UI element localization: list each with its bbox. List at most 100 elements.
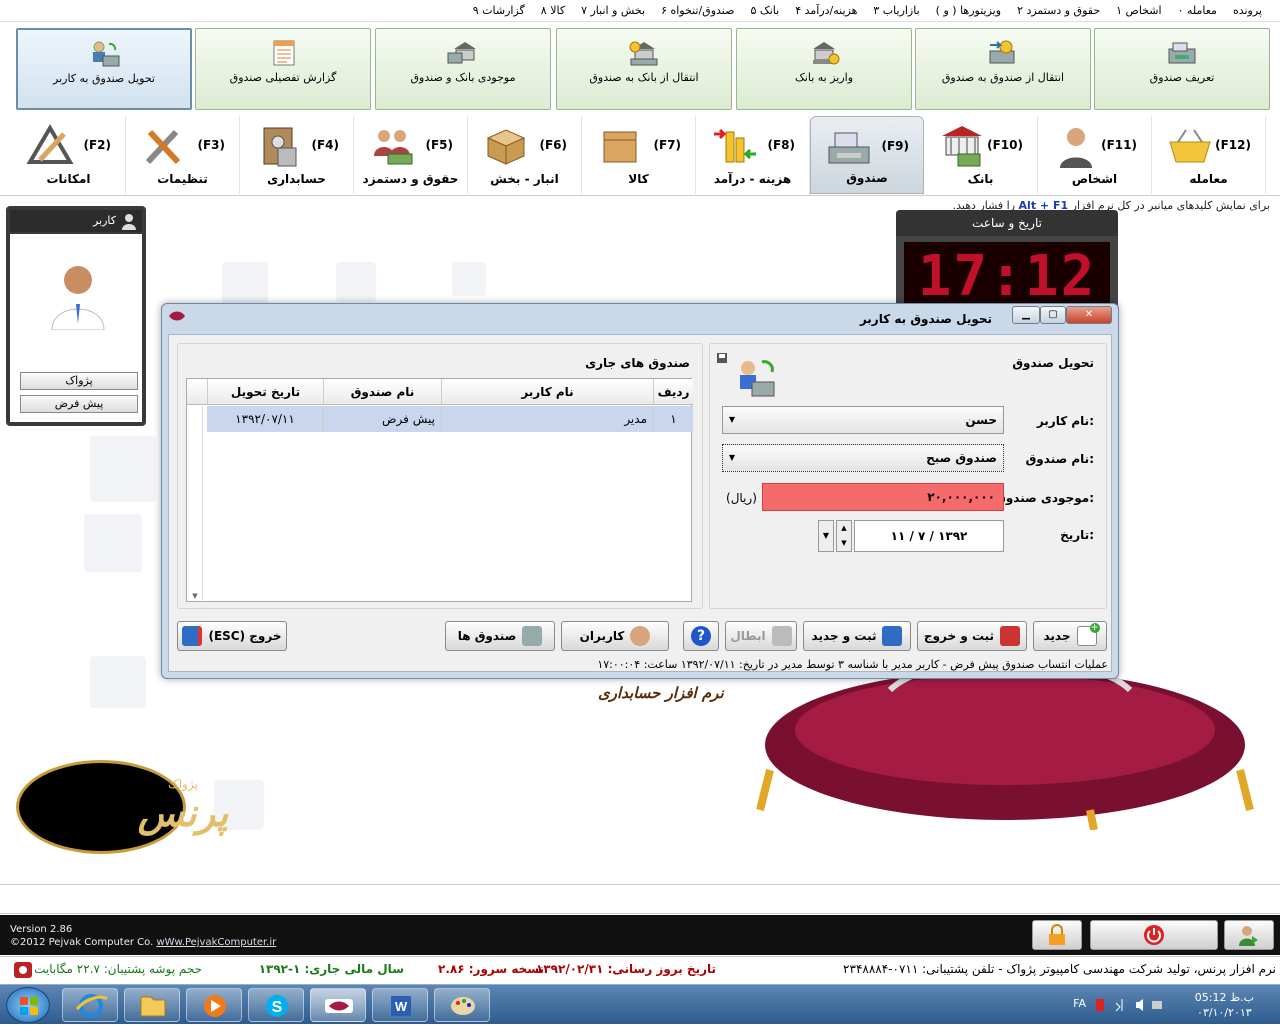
- menu-marketer[interactable]: ۳ بازاریاب: [865, 4, 927, 17]
- menu-visitors[interactable]: ( و ) ویزیتورها: [928, 4, 1009, 17]
- tab-payroll[interactable]: (F5) حقوق و دستمزد: [354, 116, 468, 194]
- tab-accounting[interactable]: (F4) حسابداری: [240, 116, 354, 194]
- version-info: Version 2.86 ©2012 Pejvak Computer Co. w…: [10, 924, 277, 948]
- vertical-scrollbar[interactable]: ▼: [187, 406, 203, 602]
- language-indicator[interactable]: FA: [1073, 997, 1086, 1010]
- help-button[interactable]: ?: [683, 621, 719, 651]
- fund-detail-report-button[interactable]: گزارش تفصیلی صندوق: [195, 28, 371, 110]
- table-header-fund[interactable]: نام صندوق: [323, 379, 441, 405]
- define-fund-button[interactable]: تعریف صندوق: [1094, 28, 1270, 110]
- date-input[interactable]: ۱۱ / ۷ / ۱۳۹۲: [854, 520, 1004, 552]
- date-spinner[interactable]: ▲ ▼: [836, 520, 852, 552]
- taskbar-prince-app[interactable]: [310, 988, 366, 1022]
- taskbar-skype[interactable]: S: [248, 988, 304, 1022]
- tab-trade[interactable]: (F12) معامله: [1152, 116, 1266, 194]
- close-button[interactable]: ✕: [1066, 306, 1112, 324]
- svg-text:W: W: [395, 999, 408, 1014]
- cancel-button[interactable]: ابطال: [725, 621, 797, 651]
- menu-file[interactable]: پرونده: [1225, 4, 1270, 17]
- tab-facilities[interactable]: (F2) امکانات: [12, 116, 126, 194]
- menu-reports[interactable]: ۹ گزارشات: [465, 4, 533, 17]
- background-square: [336, 262, 376, 302]
- menu-bank[interactable]: ۵ بانک: [742, 4, 787, 17]
- deliver-fund-to-user-button[interactable]: تحویل صندوق به کاربر: [16, 28, 192, 110]
- save-exit-button[interactable]: ثبت و خروج: [917, 621, 1027, 651]
- user-name-select[interactable]: ▼ حسن: [722, 406, 1004, 434]
- exit-button[interactable]: خروج (ESC): [177, 621, 287, 651]
- fiscal-year: سال مالی جاری: ۱-۱۳۹۲: [258, 962, 404, 976]
- company-button[interactable]: پژواک: [20, 372, 138, 390]
- tab-settings[interactable]: (F3) تنظیمات: [126, 116, 240, 194]
- deposit-to-bank-button[interactable]: واریز به بانک: [736, 28, 912, 110]
- users-button[interactable]: کاربران: [561, 621, 669, 651]
- footer-bar: Version 2.86 ©2012 Pejvak Computer Co. w…: [0, 915, 1280, 955]
- taskbar-ie[interactable]: [62, 988, 118, 1022]
- clock-display: 17:12: [904, 242, 1110, 312]
- user-icon: [630, 626, 651, 646]
- tray-icons: [1096, 999, 1162, 1012]
- taskbar-media-player[interactable]: [186, 988, 242, 1022]
- menu-warehouse[interactable]: ۷ بخش و انبار: [573, 4, 653, 17]
- bank-to-fund-button[interactable]: انتقال از بانک به صندوق: [556, 28, 732, 110]
- taskbar-word[interactable]: W: [372, 988, 428, 1022]
- fund-to-fund-button[interactable]: انتقال از صندوق به صندوق: [915, 28, 1091, 110]
- fund-name-label: نام صندوق:: [1025, 452, 1094, 466]
- drafting-tools-icon: [26, 124, 74, 164]
- table-row[interactable]: ۱۳۹۲/۰۷/۱۱ پیش فرض مدیر ۱: [207, 406, 693, 432]
- tab-cost-income[interactable]: (F8) هزینه - درآمد: [696, 116, 810, 194]
- date-dropdown-arrow[interactable]: ▼: [818, 520, 834, 552]
- word-icon: W: [391, 996, 411, 1016]
- module-tab-bar: (F12) معامله (F11) اشخاص (F10) بانک (F9)…: [0, 114, 1280, 196]
- fund-balance-value: ۲۰,۰۰۰,۰۰۰: [762, 483, 1004, 511]
- company-info: نرم افزار پرنس، تولید شرکت مهندسی کامپیو…: [843, 962, 1276, 976]
- menu-cost-income[interactable]: ۴ هزینه/درآمد: [787, 4, 865, 17]
- deliver-fund-group: تحویل صندوق نام کاربر: ▼ حسن نام صندوق: …: [709, 343, 1107, 609]
- backup-drive-icon: [14, 962, 32, 978]
- cash-register-icon: [828, 132, 870, 164]
- lock-button[interactable]: [1032, 920, 1082, 950]
- fund-name-select[interactable]: ▼ صندوق صبح: [722, 444, 1004, 472]
- minimize-button[interactable]: ▁: [1012, 306, 1040, 324]
- tab-bank[interactable]: (F10) بانک: [924, 116, 1038, 194]
- taskbar-explorer[interactable]: [124, 988, 180, 1022]
- deliver-fund-group-title: تحویل صندوق: [1012, 356, 1094, 370]
- maximize-button[interactable]: ▢: [1040, 306, 1066, 324]
- bank-fund-balance-button[interactable]: موجودی بانک و صندوق: [375, 28, 551, 110]
- payroll-people-icon: [374, 130, 413, 165]
- tab-warehouse[interactable]: (F6) انبار - بخش: [468, 116, 582, 194]
- currency-label: (ریال): [726, 491, 757, 505]
- dialog-status-line: عملیات انتساب صندوق پیش فرض - کاربر مدیر…: [597, 658, 1108, 671]
- deliver-fund-dialog: تحویل صندوق به کاربر ▁ ▢ ✕ تحویل صندوق ن…: [161, 303, 1119, 679]
- default-fund-button[interactable]: پیش فرض: [20, 395, 138, 413]
- power-off-button[interactable]: [1090, 920, 1218, 950]
- windows-logo-icon: [20, 997, 38, 1015]
- save-new-button[interactable]: ثبت و جدید: [803, 621, 911, 651]
- tab-fund[interactable]: (F9) صندوق: [810, 116, 924, 194]
- table-header-date[interactable]: تاریخ تحویل: [207, 379, 323, 405]
- cell-user: مدیر: [441, 406, 653, 432]
- menu-payroll[interactable]: ۲ حقوق و دستمزد: [1009, 4, 1108, 17]
- start-button[interactable]: [6, 987, 50, 1023]
- current-funds-group-title: صندوق های جاری: [585, 356, 690, 370]
- menu-trade[interactable]: ۰ معامله: [1170, 4, 1225, 17]
- table-header-user[interactable]: نام کاربر: [441, 379, 653, 405]
- background-square: [90, 436, 156, 502]
- menu-cash[interactable]: ۶ صندوق/تنخواه: [653, 4, 742, 17]
- current-funds-group: صندوق های جاری تاریخ تحویل نام صندوق نام…: [177, 343, 703, 609]
- menu-persons[interactable]: ۱ اشخاص: [1108, 4, 1169, 17]
- taskbar-paint[interactable]: [434, 988, 490, 1022]
- system-clock[interactable]: 05:12 ب.ظ ۰۳/۱۰/۲۰۱۳: [1195, 990, 1254, 1020]
- cash-register-icon: [1168, 42, 1196, 64]
- new-button[interactable]: + جدید: [1033, 621, 1107, 651]
- funds-button[interactable]: صندوق ها: [445, 621, 555, 651]
- cash-transfer-icon: [989, 40, 1015, 64]
- windows-taskbar: S W FA 05:12 ب.ظ ۰۳/۱۰/۲۰۱۳: [0, 984, 1280, 1024]
- switch-user-button[interactable]: [1224, 920, 1274, 950]
- menu-goods[interactable]: ۸ کالا: [533, 4, 573, 17]
- website-link[interactable]: wWw.PejvakComputer.ir: [156, 937, 276, 948]
- tab-goods[interactable]: (F7) کالا: [582, 116, 696, 194]
- tab-persons[interactable]: (F11) اشخاص: [1038, 116, 1152, 194]
- empty-strip: [0, 884, 1280, 914]
- save-disk-icon: [882, 626, 903, 646]
- table-header-row[interactable]: ردیف: [653, 379, 693, 405]
